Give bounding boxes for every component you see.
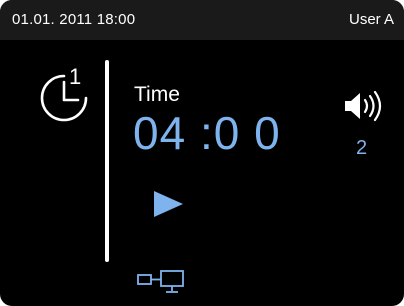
time-value[interactable]: 04 :0 0 [133,106,281,160]
status-bar: 01.01. 2011 18:00 User A [0,0,404,40]
svg-text:1: 1 [69,64,81,89]
speaker-volume-icon[interactable] [342,88,388,124]
vertical-divider [105,60,109,262]
time-label: Time [134,83,180,106]
play-icon [154,191,183,217]
date-time: 01.01. 2011 18:00 [12,11,136,28]
network-connection-icon [137,270,184,293]
device-screen: 01.01. 2011 18:00 User A 1 Time 04 :0 0 … [0,0,404,306]
timer-1-icon[interactable]: 1 [34,62,100,128]
volume-level[interactable]: 2 [356,137,367,160]
play-button[interactable] [150,188,186,220]
user-name[interactable]: User A [349,11,394,28]
